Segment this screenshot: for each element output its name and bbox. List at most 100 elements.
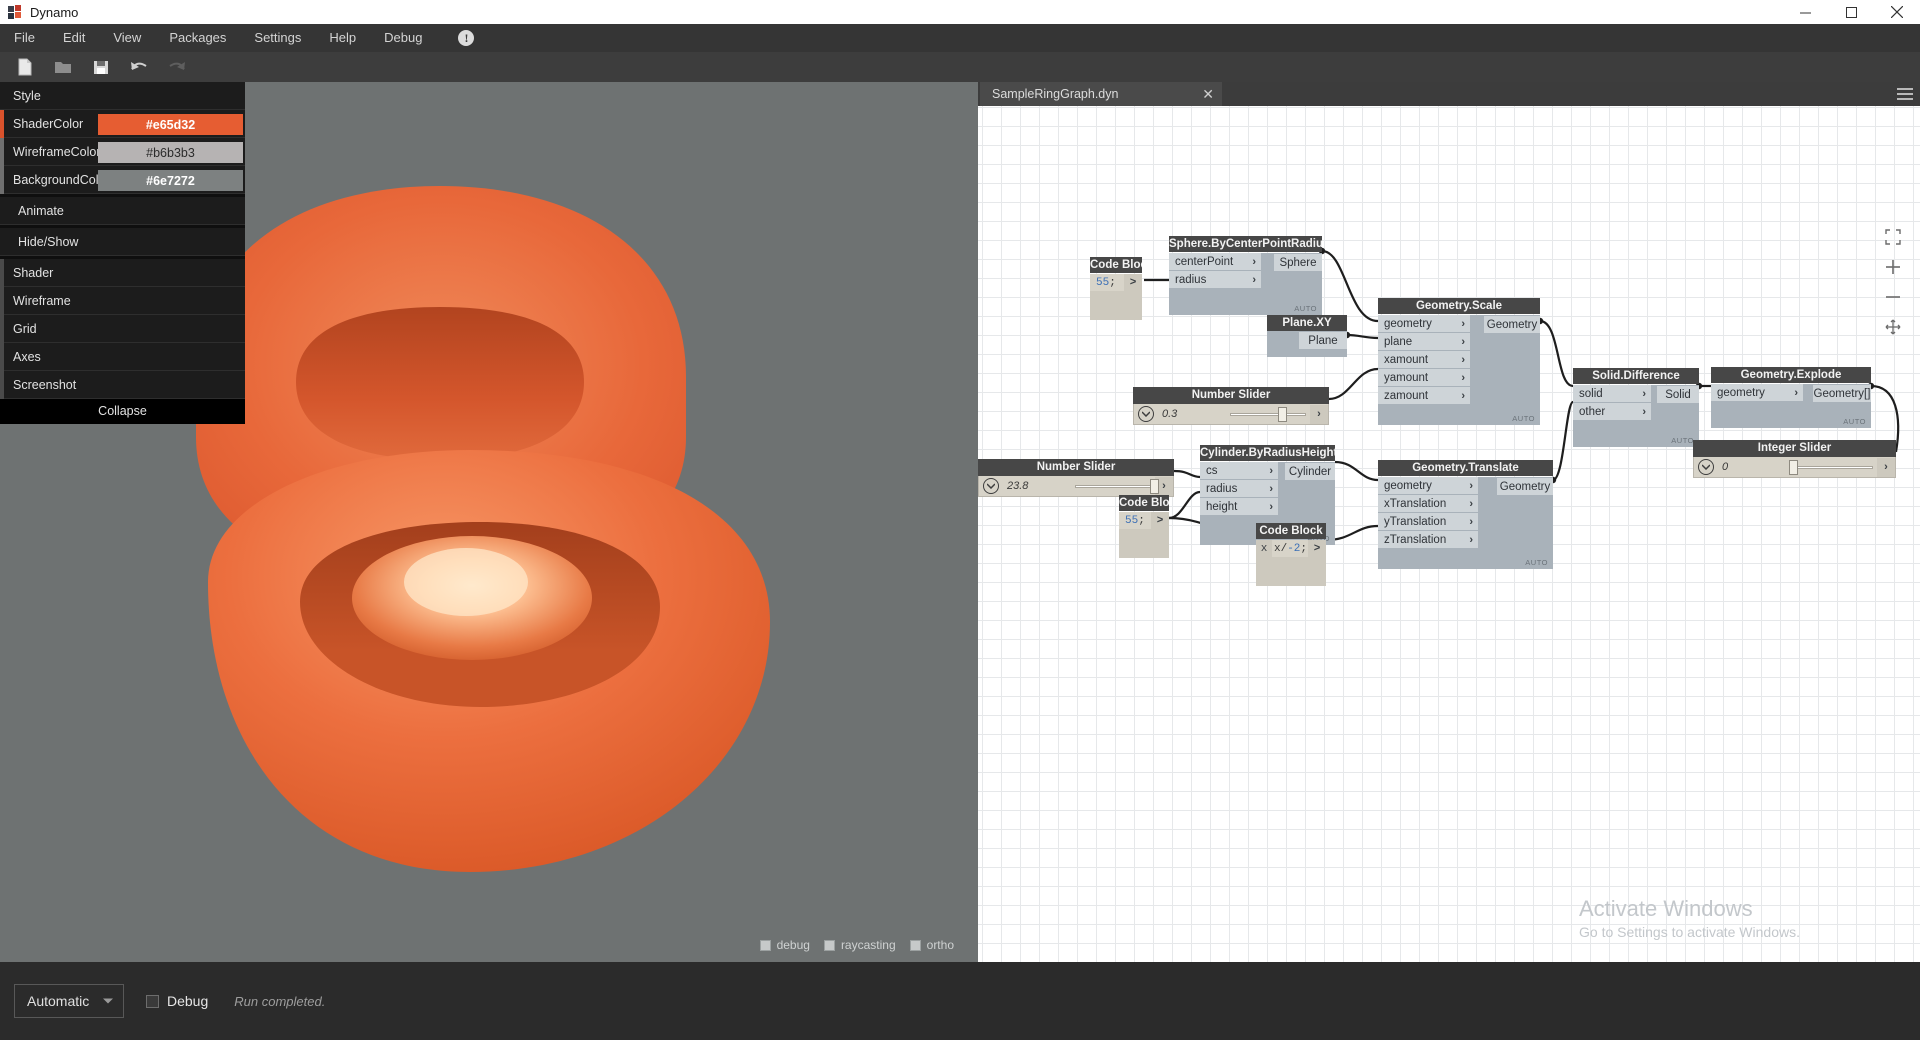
input-port-geometry[interactable]: geometry › (1711, 384, 1803, 401)
input-port-yamount[interactable]: yamount › (1378, 369, 1470, 386)
shadercolor-swatch[interactable]: #e65d32 (98, 114, 243, 135)
input-port-centerpoint[interactable]: centerPoint › (1169, 253, 1261, 270)
zoom-in-icon[interactable] (1882, 256, 1904, 278)
input-port-x[interactable]: x (1256, 540, 1272, 557)
save-file-icon[interactable] (86, 54, 116, 80)
redo-icon[interactable] (162, 54, 192, 80)
slider-body[interactable]: 0 › (1693, 457, 1896, 478)
node-codeblock-55-top[interactable]: Code Block 55; > (1090, 257, 1142, 320)
close-icon[interactable] (1874, 0, 1920, 24)
node-body[interactable]: Solid solid › other › AUTO (1573, 385, 1699, 447)
input-port-solid[interactable]: solid › (1573, 385, 1651, 402)
slider-value[interactable]: 0.3 (1154, 408, 1226, 420)
slider-track[interactable] (1230, 412, 1306, 416)
run-mode-select[interactable]: Automatic (14, 984, 124, 1018)
slider-track[interactable] (1075, 484, 1151, 488)
style-row-shadercolor[interactable]: ShaderColor #e65d32 (0, 110, 245, 138)
chevron-down-icon[interactable] (1138, 406, 1154, 422)
style-row-backgroundcolor[interactable]: BackgroundColor #6e7272 (0, 166, 245, 194)
codeblock-code[interactable]: 55; > (1090, 274, 1142, 291)
chevron-down-icon[interactable] (1698, 459, 1714, 475)
output-port[interactable]: › (1877, 457, 1895, 477)
fit-to-screen-icon[interactable] (1882, 226, 1904, 248)
undo-icon[interactable] (124, 54, 154, 80)
graph-tab[interactable]: SampleRingGraph.dyn ✕ (980, 82, 1222, 106)
checkbox-box[interactable] (823, 939, 835, 951)
menu-item-edit[interactable]: Edit (49, 24, 99, 52)
pan-icon[interactable] (1882, 316, 1904, 338)
chevron-down-icon[interactable] (103, 998, 113, 1004)
slider-handle[interactable] (1788, 459, 1798, 475)
node-geometry-translate[interactable]: Geometry.Translate Geometry geometry › xT… (1378, 460, 1553, 569)
style-section-animate[interactable]: Animate (0, 197, 245, 225)
input-port-other[interactable]: other › (1573, 403, 1651, 420)
menu-item-help[interactable]: Help (315, 24, 370, 52)
node-number-slider-03[interactable]: Number Slider 0.3 › (1133, 387, 1329, 425)
zoom-out-icon[interactable] (1882, 286, 1904, 308)
menu-item-file[interactable]: File (0, 24, 49, 52)
style-toggle-shader[interactable]: Shader (0, 259, 245, 287)
slider-track[interactable] (1790, 465, 1873, 469)
node-body[interactable]: Sphere centerPoint › radius › AUTO (1169, 253, 1322, 315)
maximize-icon[interactable] (1828, 0, 1874, 24)
output-port-geometry[interactable]: Geometry (1484, 316, 1540, 333)
style-row-wireframecolor[interactable]: WireframeColor #b6b3b3 (0, 138, 245, 166)
slider-body[interactable]: 23.8 › (978, 476, 1174, 497)
minimize-icon[interactable] (1782, 0, 1828, 24)
graph-canvas[interactable]: Code Block 55; > Sphere.ByCenterPointRad… (978, 106, 1920, 962)
node-body[interactable]: 55; > (1090, 274, 1142, 320)
node-codeblock-55-bottom[interactable]: Code Block 55; > (1119, 495, 1169, 558)
output-port[interactable]: > (1151, 512, 1169, 529)
menu-item-packages[interactable]: Packages (155, 24, 240, 52)
backgroundcolor-swatch[interactable]: #6e7272 (98, 170, 243, 191)
output-port-solid[interactable]: Solid (1657, 386, 1699, 403)
input-port-xamount[interactable]: xamount › (1378, 351, 1470, 368)
hamburger-icon[interactable] (1897, 88, 1913, 100)
node-body[interactable]: x x/-2; > (1256, 540, 1326, 586)
output-port[interactable]: > (1308, 540, 1326, 557)
checkbox-box[interactable] (146, 994, 159, 1008)
style-collapse-button[interactable]: Collapse (0, 399, 245, 423)
slider-handle[interactable] (1149, 478, 1159, 494)
codeblock-code[interactable]: 55; > (1119, 512, 1169, 529)
checkbox-box[interactable] (759, 939, 771, 951)
output-port[interactable]: › (1310, 404, 1328, 424)
output-port-cylinder[interactable]: Cylinder (1285, 463, 1335, 480)
input-port-ytranslation[interactable]: yTranslation › (1378, 513, 1478, 530)
warning-badge-icon[interactable]: ! (458, 30, 475, 46)
input-port-ztranslation[interactable]: zTranslation › (1378, 531, 1478, 548)
style-section-hideshow[interactable]: Hide/Show (0, 228, 245, 256)
slider-handle[interactable] (1278, 406, 1288, 422)
node-body[interactable]: Geometry geometry › xTranslation › yTransl… (1378, 477, 1553, 569)
close-icon[interactable]: ✕ (1202, 87, 1214, 101)
checkbox-box[interactable] (909, 939, 921, 951)
viewport-checkbox-raycasting[interactable]: raycasting (823, 938, 896, 952)
open-file-icon[interactable] (48, 54, 78, 80)
node-geometry-explode[interactable]: Geometry.Explode Geometry[] geometry › AU… (1711, 367, 1871, 428)
codeblock-code[interactable]: x x/-2; > (1256, 540, 1326, 557)
slider-body[interactable]: 0.3 › (1133, 404, 1329, 425)
node-body[interactable]: Geometry geometry › plane › xamount › yamou… (1378, 315, 1540, 425)
output-port[interactable]: > (1124, 274, 1142, 291)
node-body[interactable]: 55; > (1119, 512, 1169, 558)
input-port-radius[interactable]: radius › (1200, 480, 1278, 497)
menu-item-view[interactable]: View (99, 24, 155, 52)
viewport-checkbox-debug[interactable]: debug (759, 938, 810, 952)
node-codeblock-divide[interactable]: Code Block x x/-2; > (1256, 523, 1326, 586)
node-solid-difference[interactable]: Solid.Difference Solid solid › other › AUT… (1573, 368, 1699, 447)
input-port-radius[interactable]: radius › (1169, 271, 1261, 288)
node-body[interactable]: Plane (1267, 331, 1347, 357)
menu-item-settings[interactable]: Settings (240, 24, 315, 52)
output-port-geometry-list[interactable]: Geometry[] (1813, 385, 1871, 402)
input-port-height[interactable]: height › (1200, 498, 1278, 515)
debug-checkbox[interactable]: Debug (146, 993, 208, 1009)
input-port-zamount[interactable]: zamount › (1378, 387, 1470, 404)
style-toggle-screenshot[interactable]: Screenshot (0, 371, 245, 399)
slider-value[interactable]: 23.8 (999, 480, 1071, 492)
node-geometry-scale[interactable]: Geometry.Scale Geometry geometry › plane ›… (1378, 298, 1540, 425)
output-port-plane[interactable]: Plane (1299, 332, 1347, 349)
input-port-geometry[interactable]: geometry › (1378, 477, 1478, 494)
input-port-cs[interactable]: cs › (1200, 462, 1278, 479)
chevron-down-icon[interactable] (983, 478, 999, 494)
slider-track-area[interactable] (1226, 404, 1310, 425)
